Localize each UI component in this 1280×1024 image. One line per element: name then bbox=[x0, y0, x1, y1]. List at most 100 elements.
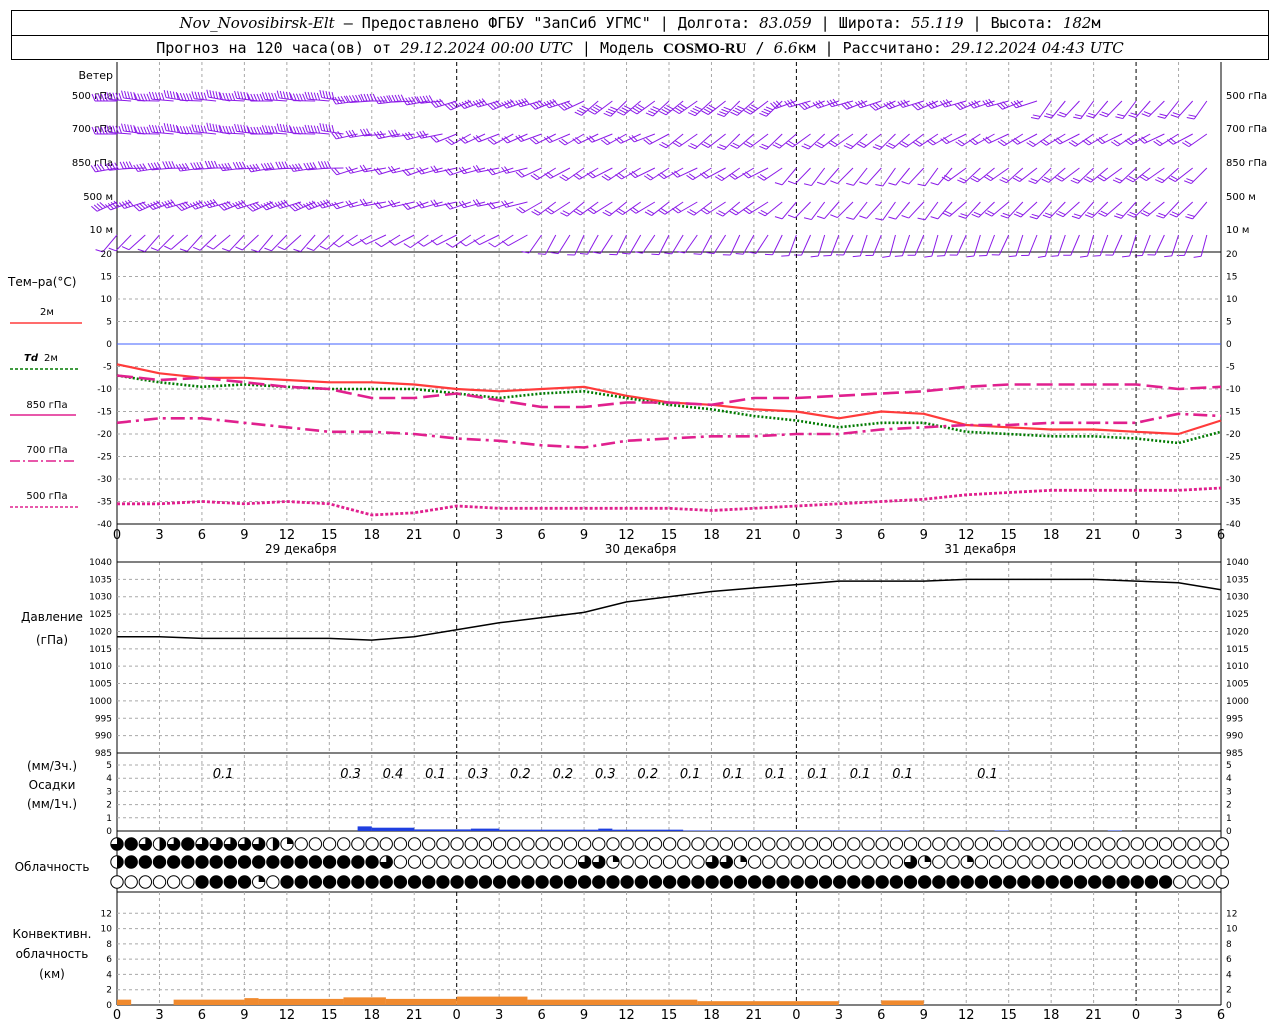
cloud-cell bbox=[507, 875, 521, 889]
cloud-cell bbox=[492, 875, 507, 889]
wind-barb bbox=[459, 234, 486, 247]
pressure-tick-right: 1000 bbox=[1226, 697, 1249, 707]
conv-tick-right: 12 bbox=[1226, 909, 1237, 919]
temp-tick-right: 5 bbox=[1226, 318, 1232, 328]
wind-level-label-right: 500 м bbox=[1226, 192, 1256, 203]
wind-barb bbox=[1086, 100, 1109, 119]
wind-barb bbox=[304, 91, 330, 102]
cloud-cell bbox=[705, 855, 719, 869]
wind-barb bbox=[1042, 201, 1066, 219]
conv-tick-left: 2 bbox=[106, 986, 112, 996]
wind-barb bbox=[882, 234, 896, 258]
precip-bar bbox=[612, 829, 684, 831]
hour-tick-label: 12 bbox=[279, 528, 296, 543]
pressure-tick-right: 1030 bbox=[1226, 593, 1249, 603]
cloud-cell bbox=[1201, 855, 1215, 869]
wind-barb bbox=[345, 166, 372, 174]
wind-barb bbox=[137, 234, 160, 253]
bottom-hour-tick-label: 6 bbox=[877, 1008, 885, 1023]
temp-tick-left: 20 bbox=[101, 250, 113, 260]
pressure-panel: 985 985 990 990 995 995 1000 1000 1005 1005 1010 10… bbox=[21, 558, 1249, 759]
wind-barb bbox=[387, 165, 415, 174]
cloud-cell bbox=[294, 855, 308, 869]
precip-bar bbox=[414, 829, 471, 831]
cloud-cell bbox=[266, 837, 280, 851]
pressure-tick-left: 1025 bbox=[89, 610, 112, 620]
wind-barb bbox=[472, 165, 500, 173]
wind-barb bbox=[1126, 167, 1151, 183]
cloud-cell bbox=[322, 855, 337, 869]
cloud-cell bbox=[521, 837, 535, 851]
cloud-cell bbox=[563, 837, 578, 851]
conv-bar bbox=[244, 998, 259, 1005]
cloud-cell bbox=[946, 855, 960, 869]
cloud-cell bbox=[747, 875, 762, 889]
hour-tick-label: 0 bbox=[792, 528, 800, 543]
cloud-cell bbox=[379, 875, 393, 889]
legend-td-label: Td 2м bbox=[24, 353, 58, 364]
cloud-cell bbox=[988, 837, 1003, 851]
wind-barb bbox=[277, 234, 302, 251]
cloud-cell bbox=[223, 855, 238, 869]
bottom-hour-tick-label: 0 bbox=[792, 1008, 800, 1023]
cloud-cell bbox=[946, 837, 960, 851]
wind-barb bbox=[430, 199, 457, 208]
cloud-cell bbox=[804, 837, 819, 851]
cloud-cell bbox=[308, 855, 323, 869]
cloud-cell bbox=[450, 837, 464, 851]
pressure-tick-left: 1005 bbox=[89, 680, 112, 690]
conv-unit: (км) bbox=[39, 967, 65, 981]
cloud-cell bbox=[804, 855, 819, 869]
wind-barb bbox=[148, 124, 174, 135]
temp-tick-left: -30 bbox=[97, 475, 112, 485]
precip-tick-left: 2 bbox=[106, 801, 112, 811]
wind-barb bbox=[150, 234, 174, 252]
wind-barb bbox=[1082, 133, 1109, 146]
wind-barb bbox=[161, 199, 188, 209]
cloud-cell bbox=[407, 837, 422, 851]
cloud-cell bbox=[1215, 837, 1229, 851]
wind-barb bbox=[869, 100, 896, 111]
wind-barb bbox=[444, 167, 472, 176]
wind-barb bbox=[810, 234, 826, 258]
bottom-hour-tick-label: 12 bbox=[618, 1008, 635, 1023]
precip-tick-right: 0 bbox=[1226, 827, 1232, 837]
conv-tick-left: 10 bbox=[101, 925, 113, 935]
cloud-cell bbox=[762, 837, 776, 851]
temp-tick-left: 10 bbox=[101, 295, 113, 305]
cloud-cell bbox=[478, 855, 493, 869]
cloud-cell bbox=[1059, 855, 1074, 869]
cloud-cell bbox=[152, 855, 167, 869]
cloud-cell bbox=[407, 875, 422, 889]
conv-tick-right: 8 bbox=[1226, 940, 1232, 950]
pressure-tick-right: 1040 bbox=[1226, 558, 1249, 568]
cloud-cell bbox=[1031, 855, 1045, 869]
cloud-panel: Облачность bbox=[15, 837, 1229, 889]
legend-t500-label: 500 гПа bbox=[26, 491, 67, 502]
wind-barb bbox=[1037, 234, 1052, 258]
wind-barb bbox=[1029, 201, 1052, 220]
cloud-cell bbox=[308, 837, 323, 851]
wind-barb bbox=[331, 167, 358, 176]
cloud-cell bbox=[252, 837, 266, 851]
wind-barb bbox=[659, 100, 684, 116]
conv-title-2: облачность bbox=[16, 947, 89, 961]
conv-tick-right: 10 bbox=[1226, 925, 1238, 935]
cloud-cell bbox=[974, 855, 989, 869]
wind-barb bbox=[592, 234, 613, 254]
cloud-cell bbox=[223, 837, 238, 851]
wind-barb bbox=[430, 165, 457, 174]
wind-level-label-left: 10 м bbox=[90, 225, 113, 236]
cloud-cell bbox=[507, 837, 521, 851]
wind-barb bbox=[1071, 201, 1094, 220]
wind-barb bbox=[206, 234, 231, 250]
wind-barb bbox=[402, 167, 429, 176]
cloud-cell bbox=[181, 875, 195, 889]
wind-barb bbox=[193, 234, 217, 251]
precip-3h-label: 0.1 bbox=[892, 767, 913, 782]
pressure-tick-left: 1000 bbox=[89, 697, 112, 707]
cloud-cell bbox=[974, 875, 989, 889]
wind-barb bbox=[715, 201, 741, 217]
precip-3h-label: 0.1 bbox=[722, 767, 743, 782]
wind-barb bbox=[957, 167, 981, 184]
